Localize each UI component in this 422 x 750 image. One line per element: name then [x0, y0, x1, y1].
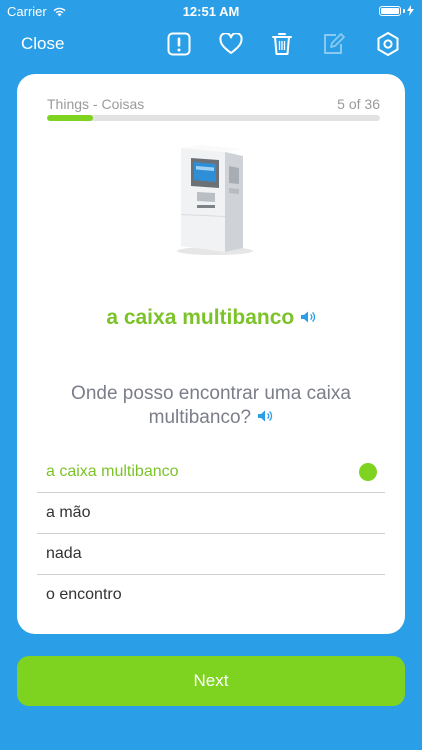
answer-label: a caixa multibanco	[46, 463, 179, 480]
progress-fill	[47, 115, 94, 121]
battery-icon	[379, 5, 414, 16]
trash-icon[interactable]	[268, 30, 296, 58]
question-speaker-icon[interactable]	[257, 406, 273, 430]
report-icon[interactable]	[165, 30, 193, 58]
vocab-word: a caixa multibanco	[106, 306, 295, 329]
answer-option[interactable]: a caixa multibanco	[37, 452, 385, 493]
answer-label: nada	[46, 545, 82, 562]
status-bar: Carrier 12:51 AM	[0, 0, 422, 22]
settings-icon[interactable]	[374, 30, 402, 58]
word-speaker-icon[interactable]	[300, 310, 316, 329]
category-label: Things - Coisas	[47, 96, 145, 112]
answer-option[interactable]: nada	[37, 534, 385, 575]
answer-list: a caixa multibanco a mão nada o encontro	[37, 452, 385, 615]
answer-label: a mão	[46, 504, 91, 521]
progress-bar	[47, 115, 380, 121]
atm-image	[177, 145, 253, 255]
answer-option[interactable]: a mão	[37, 493, 385, 534]
charging-bolt-icon	[407, 5, 414, 16]
answer-option[interactable]: o encontro	[37, 575, 385, 615]
next-button[interactable]: Next	[17, 656, 405, 706]
question-text: Onde posso encontrar uma caixa multibanc…	[71, 383, 351, 429]
status-time: 12:51 AM	[182, 4, 240, 19]
close-button[interactable]: Close	[21, 34, 64, 54]
word-row: a caixa multibanco	[17, 306, 405, 330]
answer-label: o encontro	[46, 586, 122, 603]
nav-bar: Close	[0, 22, 422, 66]
quiz-card: Things - Coisas 5 of 36 a caixa multiban…	[17, 74, 405, 634]
heart-icon[interactable]	[217, 30, 245, 58]
edit-icon[interactable]	[320, 30, 348, 58]
selected-indicator-icon	[359, 463, 377, 481]
question-block: Onde posso encontrar uma caixa multibanc…	[47, 382, 375, 430]
progress-count: 5 of 36	[337, 96, 380, 112]
